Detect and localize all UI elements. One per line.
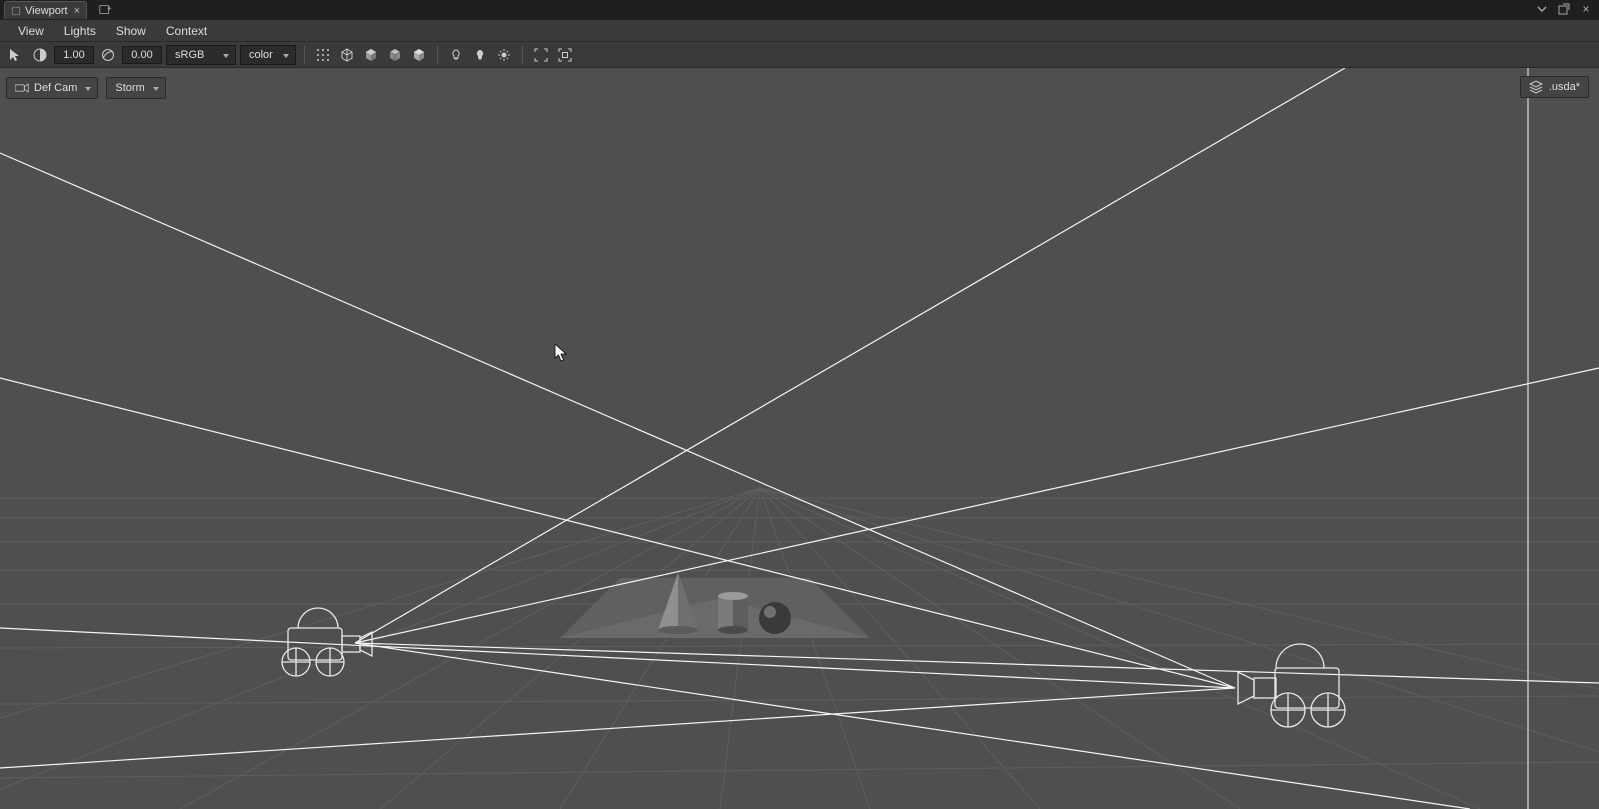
toolbar-separator (522, 46, 523, 64)
viewport-tab[interactable]: Viewport × (4, 1, 87, 19)
gamma-input[interactable]: 0.00 (122, 46, 162, 64)
layers-icon (1529, 80, 1543, 94)
light-off-icon[interactable] (446, 45, 466, 65)
frame-crop-icon[interactable] (531, 45, 551, 65)
menu-lights[interactable]: Lights (54, 22, 106, 40)
close-icon[interactable]: × (74, 5, 80, 17)
stage-label: .usda* (1549, 81, 1580, 93)
camera-value: Def Cam (34, 82, 77, 94)
menu-view[interactable]: View (8, 22, 54, 40)
viewport-toolbar: 1.00 0.00 sRGB color (0, 42, 1599, 68)
camera-dropdown[interactable]: Def Cam (6, 77, 98, 99)
tab-bar: Viewport × × (0, 0, 1599, 20)
viewport-subtoolbar: Def Cam Storm (6, 76, 166, 100)
scene-cylinder (718, 592, 748, 634)
renderer-value: Storm (115, 82, 144, 94)
colorspace-dropdown[interactable]: sRGB (166, 45, 236, 65)
toolbar-separator (304, 46, 305, 64)
menu-show[interactable]: Show (106, 22, 156, 40)
wireframe-cube-icon[interactable] (337, 45, 357, 65)
camera-gizmo-right (1238, 644, 1345, 727)
exposure-icon[interactable] (30, 45, 50, 65)
selection-mode-icon[interactable] (6, 45, 26, 65)
tabbar-right-controls: × (1535, 2, 1593, 16)
light-sun-icon[interactable] (494, 45, 514, 65)
viewport-canvas[interactable] (0, 68, 1599, 809)
grid-icon[interactable] (313, 45, 333, 65)
tab-label: Viewport (25, 5, 68, 17)
chevron-down-icon[interactable] (1535, 2, 1549, 16)
renderer-dropdown[interactable]: Storm (106, 77, 165, 99)
camera-icon (15, 83, 29, 93)
scene-sphere (759, 602, 791, 634)
light-on-icon[interactable] (470, 45, 490, 65)
exposure-input[interactable]: 1.00 (54, 46, 94, 64)
panel-close-icon[interactable]: × (1579, 2, 1593, 16)
pin-icon (11, 6, 21, 16)
shaded-cube-icon[interactable] (361, 45, 381, 65)
aov-dropdown[interactable]: color (240, 45, 296, 65)
textured-cube-icon[interactable] (409, 45, 429, 65)
gamma-icon[interactable] (98, 45, 118, 65)
menu-context[interactable]: Context (156, 22, 217, 40)
stage-chip[interactable]: .usda* (1520, 76, 1589, 98)
frame-expand-icon[interactable] (555, 45, 575, 65)
aov-value: color (249, 49, 273, 61)
add-tab-button[interactable] (95, 2, 115, 18)
popout-icon[interactable] (1557, 2, 1571, 16)
colorspace-value: sRGB (175, 49, 204, 61)
menu-bar: View Lights Show Context (0, 20, 1599, 42)
toolbar-separator (437, 46, 438, 64)
shaded-wire-cube-icon[interactable] (385, 45, 405, 65)
